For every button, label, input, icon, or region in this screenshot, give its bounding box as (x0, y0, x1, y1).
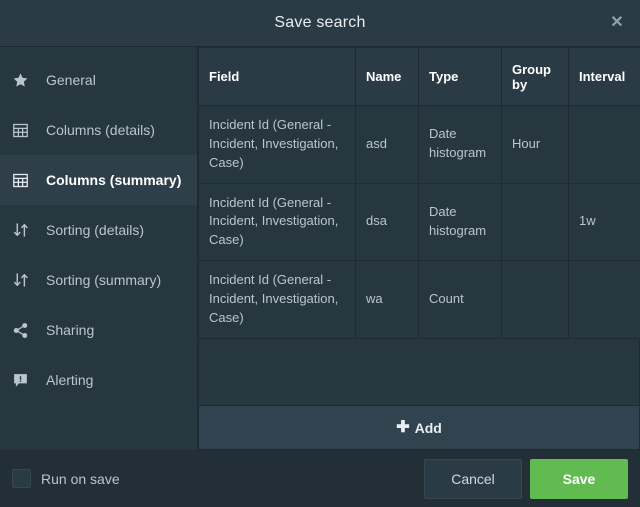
plus-icon: ✚ (396, 418, 410, 436)
columns-table: Field Name Type Group by Interval Incide… (198, 47, 640, 339)
cancel-button[interactable]: Cancel (424, 458, 522, 499)
cell-name[interactable]: dsa (355, 182, 419, 262)
dialog-header: Save search ✕ (0, 0, 640, 47)
cell-interval[interactable] (568, 260, 640, 339)
add-column-button[interactable]: ✚ Add (198, 406, 640, 450)
table-grid-icon (12, 170, 38, 190)
sidebar-item-label: Columns (details) (46, 122, 155, 138)
run-on-save-checkbox[interactable] (12, 469, 31, 488)
sidebar-item-alerting[interactable]: Alerting (0, 355, 197, 405)
cell-name[interactable]: wa (355, 260, 419, 339)
dialog-footer: Run on save Cancel Save (0, 450, 640, 507)
cell-interval[interactable] (568, 105, 640, 184)
cell-type[interactable]: Count (418, 260, 502, 339)
sort-arrows-icon (12, 270, 38, 290)
cell-name[interactable]: asd (355, 105, 419, 184)
sidebar-item-general[interactable]: General (0, 55, 197, 105)
sidebar-item-label: Sorting (details) (46, 222, 145, 238)
run-on-save-toggle[interactable]: Run on save (12, 469, 120, 488)
sidebar-item-sorting-details[interactable]: Sorting (details) (0, 205, 197, 255)
cell-field[interactable]: Incident Id (General - Incident, Investi… (198, 260, 356, 339)
column-header-name[interactable]: Name (355, 47, 419, 106)
share-nodes-icon (12, 320, 38, 340)
cell-interval[interactable]: 1w (568, 182, 640, 262)
dialog-title: Save search (274, 14, 366, 31)
sidebar-item-columns-details[interactable]: Columns (details) (0, 105, 197, 155)
alert-bubble-icon (12, 370, 38, 390)
save-button[interactable]: Save (530, 458, 628, 499)
cell-group-by[interactable] (501, 182, 569, 262)
table-header-row: Field Name Type Group by Interval (198, 47, 640, 106)
sidebar-item-sharing[interactable]: Sharing (0, 305, 197, 355)
table-grid-icon (12, 120, 38, 140)
table-header: Field Name Type Group by Interval (198, 47, 640, 106)
sidebar-item-sorting-summary[interactable]: Sorting (summary) (0, 255, 197, 305)
table-empty-space (198, 338, 640, 406)
column-header-field[interactable]: Field (198, 47, 356, 106)
dialog-body: General Columns (details) Columns (summa… (0, 47, 640, 450)
cell-group-by[interactable] (501, 260, 569, 339)
star-icon (12, 70, 38, 90)
sidebar-item-columns-summary[interactable]: Columns (summary) (0, 155, 197, 205)
close-icon[interactable]: ✕ (604, 10, 630, 36)
cell-type[interactable]: Date histogram (418, 105, 502, 184)
cell-field[interactable]: Incident Id (General - Incident, Investi… (198, 105, 356, 184)
add-column-label: Add (414, 419, 442, 436)
sidebar-item-label: Columns (summary) (46, 172, 182, 188)
table-row[interactable]: Incident Id (General - Incident, Investi… (198, 260, 640, 339)
sidebar-item-label: Sorting (summary) (46, 272, 162, 288)
settings-sidebar: General Columns (details) Columns (summa… (0, 47, 198, 450)
sidebar-item-label: Alerting (46, 372, 94, 388)
columns-summary-panel: Field Name Type Group by Interval Incide… (198, 47, 640, 450)
cell-field[interactable]: Incident Id (General - Incident, Investi… (198, 182, 356, 262)
column-header-type[interactable]: Type (418, 47, 502, 106)
table-body: Incident Id (General - Incident, Investi… (198, 105, 640, 339)
save-search-dialog: Save search ✕ General Columns (details) … (0, 0, 640, 507)
column-header-interval[interactable]: Interval (568, 47, 640, 106)
sort-arrows-icon (12, 220, 38, 240)
sidebar-item-label: Sharing (46, 322, 95, 338)
table-row[interactable]: Incident Id (General - Incident, Investi… (198, 105, 640, 184)
cell-type[interactable]: Date histogram (418, 182, 502, 262)
cell-group-by[interactable]: Hour (501, 105, 569, 184)
column-header-group-by[interactable]: Group by (501, 47, 569, 106)
sidebar-item-label: General (46, 72, 96, 88)
run-on-save-label: Run on save (41, 470, 120, 487)
table-row[interactable]: Incident Id (General - Incident, Investi… (198, 182, 640, 262)
